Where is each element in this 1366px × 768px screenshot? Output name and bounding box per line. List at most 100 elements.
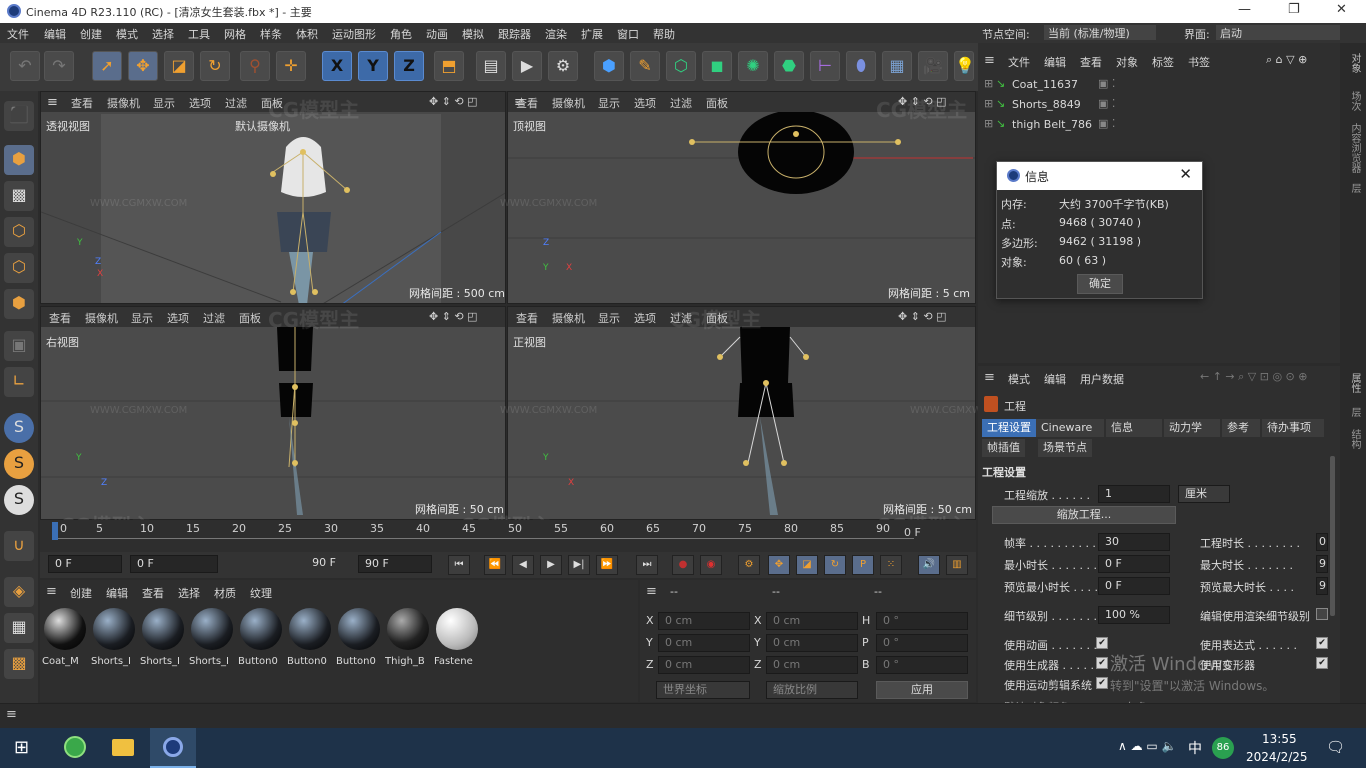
status-menu-icon[interactable]: ≡ (6, 707, 17, 722)
x-axis-lock-icon[interactable]: X (322, 51, 352, 81)
mat-menu-select[interactable]: 选择 (178, 585, 200, 601)
next-frame-icon[interactable]: ▶| (568, 555, 590, 575)
obj-menu-file[interactable]: 文件 (1008, 54, 1030, 70)
menu-select[interactable]: 选择 (152, 26, 174, 42)
menu-create[interactable]: 创建 (80, 26, 102, 42)
clock-time[interactable]: 13:55 (1262, 732, 1297, 746)
redo-icon[interactable]: ↷ (44, 51, 74, 81)
tray-icons[interactable]: ∧ ☁ ▭ 🔈 (1118, 739, 1177, 753)
attr-nav-icons[interactable]: ← ↑ → ⌕ ▽ ⊡ ◎ ⊙ ⊕ (1200, 370, 1308, 384)
menu-volume[interactable]: 体积 (296, 26, 318, 42)
menu-mode[interactable]: 模式 (116, 26, 138, 42)
vp-menu-view[interactable]: 查看 (71, 95, 93, 111)
menu-file[interactable]: 文件 (7, 26, 29, 42)
viewport-nav-icon[interactable]: ✥ ⇕ ⟲ ◰ (898, 310, 947, 323)
vp-menu-options[interactable]: 选项 (167, 310, 189, 326)
attr-menu-edit[interactable]: 编辑 (1044, 371, 1066, 387)
fps-field[interactable]: 30 (1098, 533, 1170, 551)
coordinate-system-icon[interactable]: ⬒ (434, 51, 464, 81)
browser-icon[interactable] (64, 736, 86, 758)
obj-menu-view[interactable]: 查看 (1080, 54, 1102, 70)
menu-spline[interactable]: 样条 (260, 26, 282, 42)
use-motion-system-checkbox[interactable]: ✔ (1096, 677, 1108, 689)
max-length-field[interactable]: 9 (1316, 555, 1328, 573)
undo-icon[interactable]: ↶ (10, 51, 40, 81)
cube-primitive-icon[interactable]: ⬢ (594, 51, 624, 81)
size-x-field[interactable]: 0 cm (766, 612, 858, 630)
prev-frame-icon[interactable]: ◀ (512, 555, 534, 575)
attribute-menu-icon[interactable]: ≡ (984, 370, 995, 385)
visibility-icon[interactable]: ▣ ⁚ (1098, 77, 1115, 90)
tab-todo[interactable]: 待办事项 (1262, 419, 1324, 437)
min-length-field[interactable]: 0 F (1098, 555, 1170, 573)
use-generators-checkbox[interactable]: ✔ (1096, 657, 1108, 669)
model-mode-icon[interactable]: ⬢ (4, 145, 34, 175)
project-length-field[interactable]: 0 (1316, 533, 1328, 551)
project-scale-unit-select[interactable]: 厘米 (1178, 485, 1230, 503)
go-to-end-icon[interactable]: ⏭ (636, 555, 658, 575)
viewport-menu-icon[interactable]: ≡ (47, 95, 58, 110)
menu-extensions[interactable]: 扩展 (581, 26, 603, 42)
world-coordinates-select[interactable]: 世界坐标 (656, 681, 750, 699)
tab-project-settings[interactable]: 工程设置 (982, 419, 1036, 437)
mat-menu-material[interactable]: 材质 (214, 585, 236, 601)
object-row[interactable]: ⊞ ↘ thigh Belt_786 ▣ ⁚ (978, 115, 1340, 135)
viewport-nav-icon[interactable]: ✥ ⇕ ⟲ ◰ (429, 310, 478, 323)
ok-button[interactable]: 确定 (1077, 274, 1123, 294)
uv-mode-icon[interactable]: ▣ (4, 331, 34, 361)
vp-menu-display[interactable]: 显示 (598, 310, 620, 326)
material-swatch[interactable]: Thigh_B (385, 608, 431, 668)
texture-mode-icon[interactable]: ▩ (4, 181, 34, 211)
menu-tools[interactable]: 工具 (188, 26, 210, 42)
play-icon[interactable]: ▶ (540, 555, 562, 575)
object-row[interactable]: ⊞ ↘ Shorts_8849 ▣ ⁚ (978, 95, 1340, 115)
vp-menu-camera[interactable]: 摄像机 (85, 310, 118, 326)
tab-scene-nodes[interactable]: 场景节点 (1038, 439, 1092, 457)
vp-menu-panel[interactable]: 面板 (239, 310, 261, 326)
viewport-nav-icon[interactable]: ✥ ⇕ ⟲ ◰ (429, 95, 478, 108)
tab-frame-interpolation[interactable]: 帧插值 (982, 439, 1025, 457)
lod-field[interactable]: 100 % (1098, 606, 1170, 624)
preview-min-field[interactable]: 0 F (1098, 577, 1170, 595)
workplane-snap-icon[interactable]: S (4, 449, 34, 479)
mat-menu-texture[interactable]: 纹理 (250, 585, 272, 601)
position-x-field[interactable]: 0 cm (658, 612, 750, 630)
visibility-icon[interactable]: ▣ ⁚ (1098, 97, 1115, 110)
object-menu-icon[interactable]: ≡ (984, 53, 995, 68)
material-swatch[interactable]: Fastene (434, 608, 480, 668)
obj-menu-bookmarks[interactable]: 书签 (1188, 54, 1210, 70)
key-parameter-icon[interactable]: P (852, 555, 874, 575)
select-cursor-icon[interactable]: ➚ (92, 51, 122, 81)
quantize-icon[interactable]: S (4, 485, 34, 515)
material-swatch[interactable]: Button0 (238, 608, 284, 668)
light-icon[interactable]: 💡 (954, 51, 975, 81)
use-expressions-checkbox[interactable]: ✔ (1316, 637, 1328, 649)
object-row[interactable]: ⊞ ↘ Coat_11637 ▣ ⁚ (978, 75, 1340, 95)
layout-select[interactable]: 启动 (1216, 25, 1340, 40)
notification-icon[interactable]: 🗨 (1326, 738, 1345, 756)
attr-menu-userdata[interactable]: 用户数据 (1080, 371, 1124, 387)
mat-menu-view[interactable]: 查看 (142, 585, 164, 601)
file-explorer-icon[interactable] (112, 739, 134, 756)
side-tab-content-browser[interactable]: 内容浏览器 (1347, 123, 1362, 173)
obj-menu-tags[interactable]: 标签 (1152, 54, 1174, 70)
floor-icon[interactable]: ▦ (882, 51, 912, 81)
subdivision-icon[interactable]: ⬡ (666, 51, 696, 81)
render-settings-icon[interactable]: ⚙ (548, 51, 578, 81)
extrude-generator-icon[interactable]: ◼ (702, 51, 732, 81)
timeline-ruler[interactable]: 0 5 10 15 20 25 30 35 40 45 50 55 60 65 … (40, 520, 976, 552)
maximize-icon[interactable]: ❐ (1288, 2, 1300, 17)
scale-icon[interactable]: ◪ (164, 51, 194, 81)
expand-icon[interactable]: ⊞ (984, 117, 993, 130)
ime-indicator[interactable]: 中 (1188, 738, 1202, 758)
clock-date[interactable]: 2024/2/25 (1246, 750, 1308, 764)
rotation-h-field[interactable]: 0 ° (876, 612, 968, 630)
menu-window[interactable]: 窗口 (617, 26, 639, 42)
max-frame-field[interactable]: 90 F (358, 555, 432, 573)
vp-menu-filter[interactable]: 过滤 (203, 310, 225, 326)
material-swatch[interactable]: Shorts_I (189, 608, 235, 668)
material-swatch[interactable]: Shorts_I (91, 608, 137, 668)
render-view-icon[interactable]: ▤ (476, 51, 506, 81)
mograph-icon[interactable]: ⬣ (774, 51, 804, 81)
record-icon[interactable]: ● (672, 555, 694, 575)
